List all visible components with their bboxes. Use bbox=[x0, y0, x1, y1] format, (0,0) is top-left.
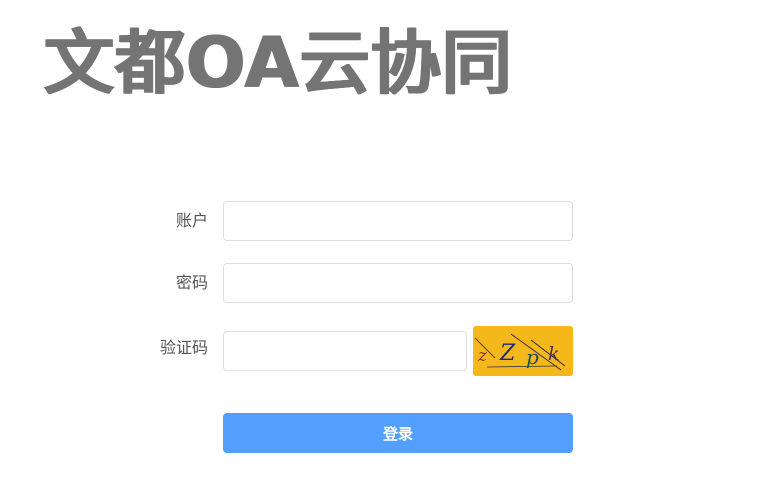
captcha-label: 验证码 bbox=[159, 338, 208, 357]
captcha-char-2: Z bbox=[500, 341, 516, 366]
app-logo-text: 文都OA云协同 bbox=[44, 22, 513, 104]
captcha-image[interactable]: z Z p k bbox=[473, 326, 573, 376]
account-input[interactable] bbox=[223, 201, 573, 241]
captcha-char-3: p bbox=[526, 345, 539, 369]
password-input[interactable] bbox=[223, 263, 573, 303]
password-label: 密码 bbox=[175, 273, 208, 292]
login-button[interactable]: 登录 bbox=[223, 413, 573, 453]
account-label: 账户 bbox=[175, 211, 208, 230]
login-page: 文都OA云协同 账户 密码 验证码 z Z p k 登录 bbox=[0, 0, 762, 504]
captcha-char-4: k bbox=[548, 343, 560, 365]
captcha-input[interactable] bbox=[223, 331, 467, 371]
captcha-char-1: z bbox=[478, 346, 487, 366]
